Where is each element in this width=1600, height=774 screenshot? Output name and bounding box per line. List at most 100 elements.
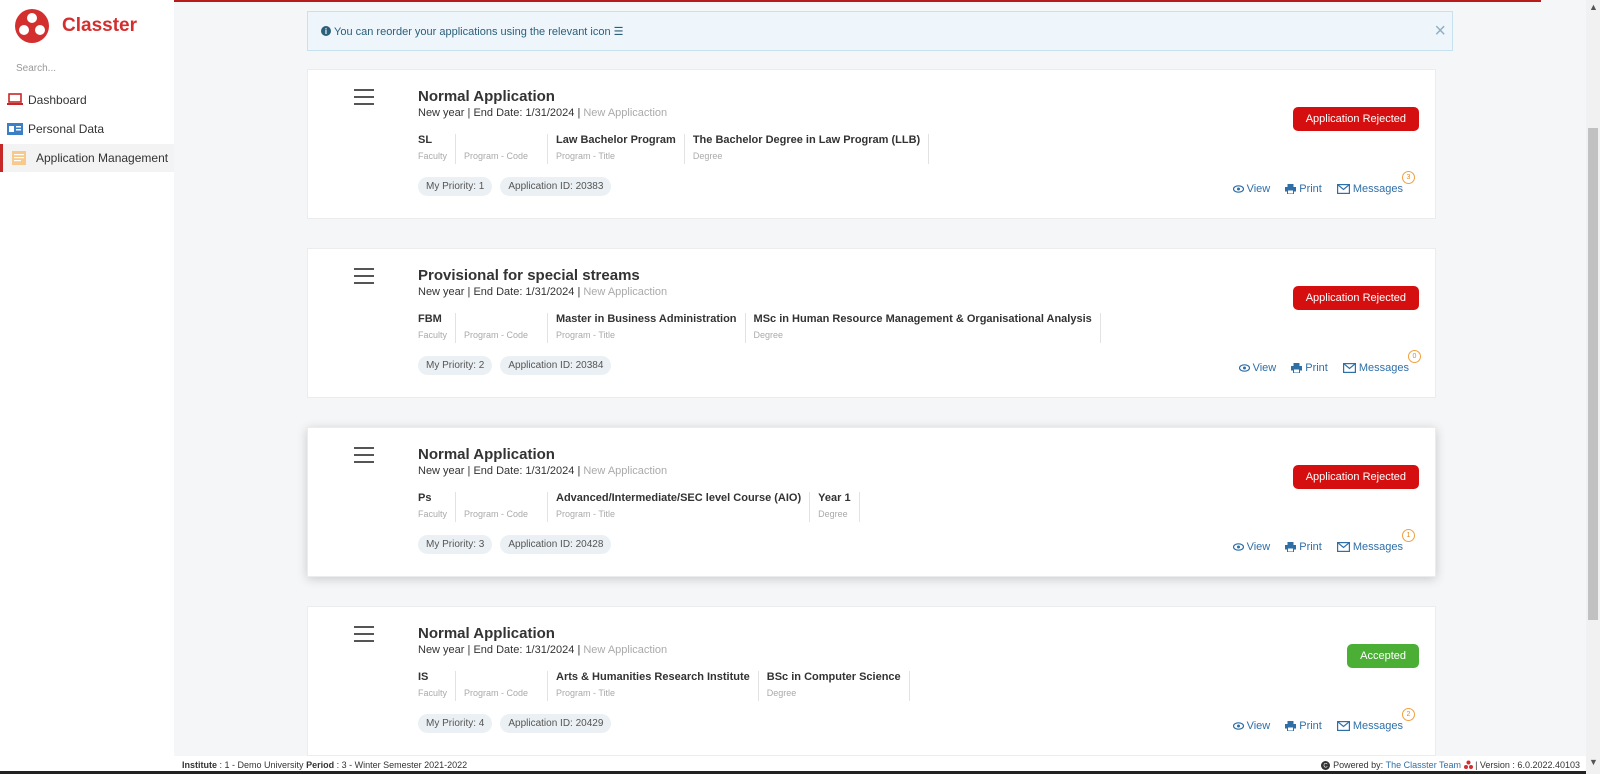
printer-icon [1291,363,1303,373]
classter-small-logo-icon [1463,760,1473,769]
version-label: | Version : 6.0.2022.40103 [1475,760,1580,770]
classter-logo-icon [15,9,49,43]
search-input[interactable]: Search... [16,63,56,74]
application-fields: IS Faculty Program - Code Arts & Humanit… [418,671,918,701]
info-alert: i You can reorder your applications usin… [307,11,1453,51]
view-label: View [1246,720,1271,732]
field-value: Year 1 [818,492,851,504]
messages-button[interactable]: Messages 0 [1342,350,1421,374]
application-title: Provisional for special streams [418,267,640,284]
field-value [464,313,539,328]
view-label: View [1246,541,1271,553]
vertical-scrollbar[interactable]: ▲ ▼ [1586,0,1600,774]
application-fields: FBM Faculty Program - Code Master in Bus… [418,313,1109,343]
view-button[interactable]: View [1232,720,1271,732]
field-label: Degree [766,688,797,698]
messages-label: Messages [1352,720,1403,732]
application-card: Normal Application New year | End Date: … [307,606,1436,756]
field-label: Faculty [418,151,448,161]
sidebar-item-application-management[interactable]: Application Management [0,144,174,172]
scrollbar-thumb[interactable] [1588,128,1598,620]
application-subtitle: New year | End Date: 1/31/2024 | New App… [418,107,668,119]
application-period: New year [418,465,465,477]
field-label: Program - Title [556,509,616,519]
messages-button[interactable]: Messages 1 [1336,529,1415,553]
reorder-handle-icon[interactable] [354,268,374,284]
status-badge: Application Rejected [1292,286,1419,310]
eye-icon [1232,543,1244,551]
field-faculty: FBM Faculty [418,313,456,343]
messages-count-badge: 1 [1402,529,1415,542]
card-actions: View Print Messages 3 [1232,171,1415,195]
messages-button[interactable]: Messages 3 [1336,171,1415,195]
field-value: Master in Business Administration [556,313,737,325]
application-end-date: End Date: 1/31/2024 [473,107,575,119]
print-label: Print [1299,720,1322,732]
status-badge: Application Rejected [1292,465,1419,489]
reorder-handle-icon[interactable] [354,626,374,642]
field-degree: BSc in Computer Science Degree [767,671,910,701]
id-card-icon [7,123,23,135]
field-value: FBM [418,313,442,325]
field-program-code: Program - Code [464,671,548,701]
priority-badge: My Priority: 4 [418,714,493,733]
field-degree: The Bachelor Degree in Law Program (LLB)… [692,134,930,164]
field-value: Law Bachelor Program [556,134,676,146]
scroll-down-icon[interactable]: ▼ [1589,757,1598,767]
print-label: Print [1305,362,1328,374]
sidebar-item-dashboard[interactable]: Dashboard [0,86,174,114]
envelope-icon [1342,363,1356,373]
laptop-icon [7,93,23,105]
print-button[interactable]: Print [1285,720,1322,732]
application-type: New Applicaction [583,465,668,477]
field-value: IS [418,671,429,683]
reorder-handle-icon[interactable] [354,447,374,463]
svg-text:C: C [1323,763,1328,769]
sidebar-item-label: Personal Data [28,122,105,136]
field-degree: MSc in Human Resource Management & Organ… [754,313,1101,343]
field-program-title: Master in Business Administration Progra… [556,313,746,343]
sidebar-item-personal-data[interactable]: Personal Data [0,115,174,143]
messages-label: Messages [1352,541,1403,553]
classter-logo[interactable]: Classter [14,8,137,44]
reorder-handle-icon[interactable] [354,89,374,105]
field-program-title: Law Bachelor Program Program - Title [556,134,685,164]
field-program-code: Program - Code [464,313,548,343]
view-button[interactable]: View [1232,541,1271,553]
view-label: View [1246,183,1271,195]
print-button[interactable]: Print [1285,541,1322,553]
application-period: New year [418,286,465,298]
field-faculty: SL Faculty [418,134,456,164]
application-card: Normal Application New year | End Date: … [307,427,1436,577]
copyright-icon: C [1321,760,1331,770]
field-value: The Bachelor Degree in Law Program (LLB) [692,134,921,146]
classter-team-link[interactable]: The Classter Team [1386,760,1461,770]
envelope-icon [1336,721,1350,731]
period-label: Period [306,760,335,770]
print-button[interactable]: Print [1285,183,1322,195]
application-type: New Applicaction [583,286,668,298]
field-label: Degree [818,509,848,519]
field-program-title: Advanced/Intermediate/SEC level Course (… [556,492,811,522]
print-label: Print [1299,541,1322,553]
field-label: Degree [692,151,723,161]
scroll-up-icon[interactable]: ▲ [1589,2,1598,12]
messages-count-badge: 3 [1402,171,1415,184]
print-button[interactable]: Print [1291,362,1328,374]
view-button[interactable]: View [1238,362,1276,374]
application-subtitle: New year | End Date: 1/31/2024 | New App… [418,465,668,477]
application-type: New Applicaction [583,107,668,119]
field-program-title: Arts & Humanities Research Institute Pro… [556,671,759,701]
institute-label: Institute [182,760,217,770]
close-icon[interactable]: × [1434,21,1446,41]
messages-count-badge: 0 [1408,350,1421,363]
messages-button[interactable]: Messages 2 [1336,708,1415,732]
messages-count-badge: 2 [1402,708,1415,721]
application-id-badge: Application ID: 20383 [500,177,612,196]
field-value: Ps [418,492,432,504]
field-label: Faculty [418,688,448,698]
view-button[interactable]: View [1232,183,1271,195]
print-label: Print [1299,183,1322,195]
powered-by-label: Powered by: [1333,760,1384,770]
document-icon [12,151,26,165]
